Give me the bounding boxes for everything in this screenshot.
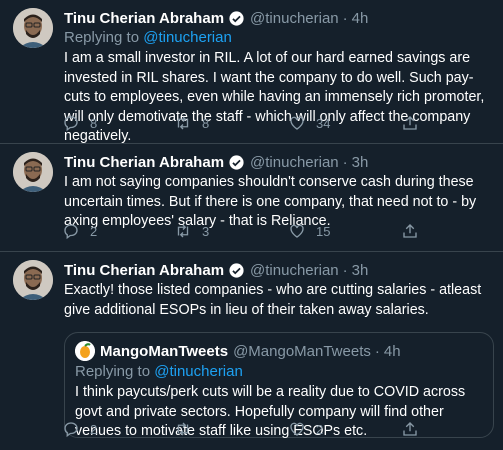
share-icon <box>403 422 417 436</box>
author-name[interactable]: Tinu Cherian Abraham <box>64 10 224 27</box>
tweet[interactable]: Tinu Cherian Abraham @tinucherian · 4h R… <box>0 0 503 144</box>
tweet-actions: 8 8 34 <box>62 113 432 133</box>
like-icon <box>290 116 304 130</box>
quoted-replying-to: Replying to @tinucherian <box>75 362 483 382</box>
share-button[interactable] <box>401 222 419 240</box>
reply-mention-link[interactable]: @tinucherian <box>143 29 232 46</box>
author-handle[interactable]: @tinucherian <box>250 10 339 27</box>
replying-to-label: Replying to <box>64 29 144 46</box>
like-count: 15 <box>316 223 331 239</box>
timestamp[interactable]: 3h <box>352 154 369 171</box>
retweet-icon <box>177 422 189 436</box>
retweet-count: 8 <box>202 115 210 131</box>
quoted-author-handle: @MangoManTweets <box>233 342 371 360</box>
reply-button[interactable]: 2 <box>62 222 97 240</box>
retweet-icon <box>177 224 189 238</box>
tweet-text: Exactly! those listed companies - who ar… <box>64 282 482 318</box>
separator-dot: · <box>342 261 348 279</box>
replying-to: Replying to @tinucherian <box>64 28 495 48</box>
verified-icon <box>229 10 244 26</box>
like-count: 2 <box>316 421 324 437</box>
reply-button[interactable]: 2 <box>62 420 97 438</box>
separator-dot: · <box>374 342 380 360</box>
avatar[interactable] <box>13 8 53 48</box>
tweet-actions: 2 2 <box>62 419 432 439</box>
verified-icon <box>229 154 244 170</box>
reply-count: 2 <box>90 223 98 239</box>
avatar[interactable] <box>13 152 53 192</box>
quoted-timestamp: 4h <box>383 342 401 360</box>
like-icon <box>290 224 304 238</box>
verified-icon <box>229 262 244 278</box>
author-name[interactable]: Tinu Cherian Abraham <box>64 262 224 279</box>
retweet-button[interactable] <box>174 420 202 438</box>
reply-count: 8 <box>90 115 98 131</box>
share-button[interactable] <box>401 114 419 132</box>
tweet[interactable]: Tinu Cherian Abraham @tinucherian · 3h E… <box>0 252 503 450</box>
avatar[interactable] <box>13 260 53 300</box>
like-button[interactable]: 2 <box>288 420 323 438</box>
like-icon <box>290 422 304 436</box>
quoted-avatar <box>75 341 95 361</box>
share-icon <box>403 224 417 238</box>
retweet-button[interactable]: 3 <box>174 222 209 240</box>
reply-icon <box>64 224 78 240</box>
author-name[interactable]: Tinu Cherian Abraham <box>64 154 224 171</box>
like-count: 34 <box>316 115 331 131</box>
timestamp[interactable]: 3h <box>352 262 369 279</box>
reply-icon <box>64 116 78 132</box>
tweet[interactable]: Tinu Cherian Abraham @tinucherian · 3h I… <box>0 144 503 252</box>
reply-count: 2 <box>90 421 98 437</box>
share-button[interactable] <box>401 420 419 438</box>
retweet-icon <box>177 116 189 130</box>
like-button[interactable]: 15 <box>288 222 330 240</box>
author-handle[interactable]: @tinucherian <box>250 262 339 279</box>
like-button[interactable]: 34 <box>288 114 330 132</box>
share-icon <box>403 116 417 130</box>
tweet-actions: 2 3 15 <box>62 221 432 241</box>
retweet-count: 3 <box>202 223 210 239</box>
quoted-reply-mention: @tinucherian <box>154 363 243 380</box>
author-handle[interactable]: @tinucherian <box>250 154 339 171</box>
separator-dot: · <box>342 153 348 171</box>
retweet-button[interactable]: 8 <box>174 114 209 132</box>
replying-to-label: Replying to <box>75 363 155 380</box>
reply-icon <box>64 422 78 438</box>
timestamp[interactable]: 4h <box>352 10 369 27</box>
reply-button[interactable]: 8 <box>62 114 97 132</box>
separator-dot: · <box>342 9 348 27</box>
quoted-author-name: MangoManTweets <box>100 342 229 360</box>
